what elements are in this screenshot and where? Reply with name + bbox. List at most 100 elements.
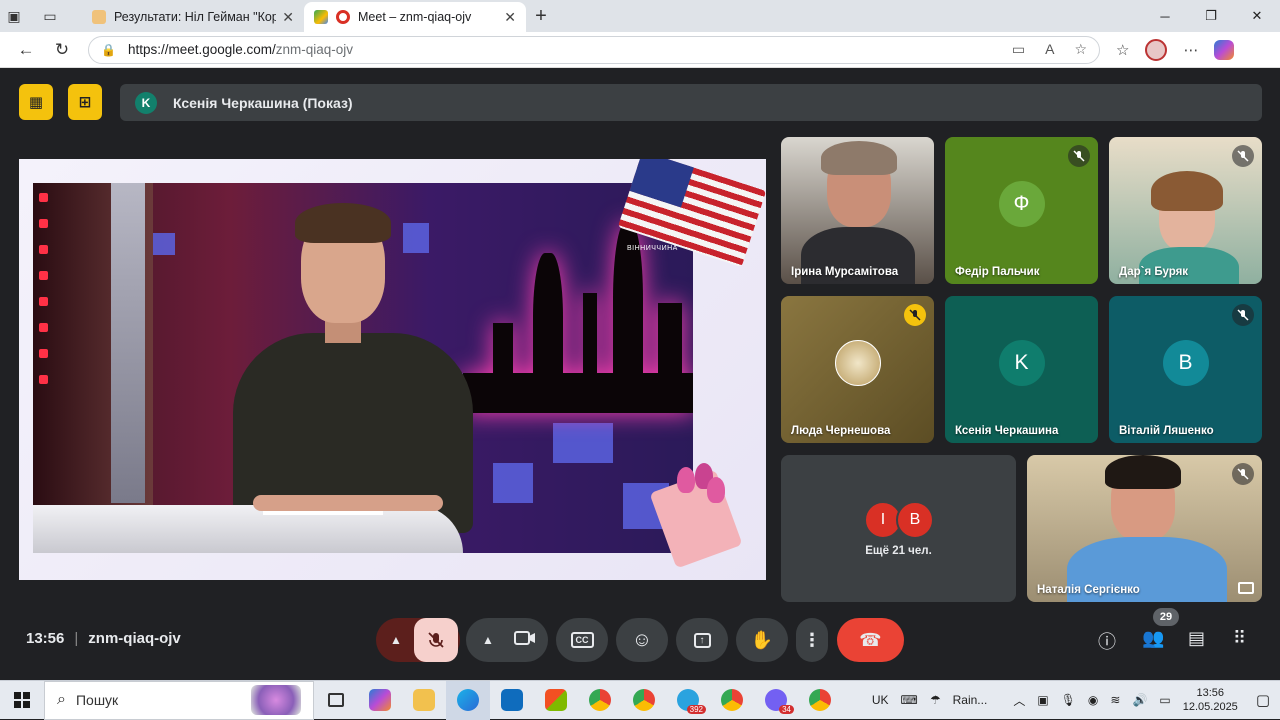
notifications-icon[interactable]: ▢ — [1256, 691, 1270, 709]
participant-avatar: B — [1162, 339, 1209, 386]
mic-tray-icon[interactable]: 🎙 — [1061, 693, 1076, 707]
chrome-profile2-app-icon[interactable] — [710, 681, 754, 720]
copilot-icon[interactable] — [1214, 39, 1235, 60]
chrome-profile-app-icon[interactable] — [622, 681, 666, 720]
favorites-icon[interactable]: ☆ — [1116, 41, 1129, 59]
lock-icon[interactable]: 🔒 — [101, 43, 116, 57]
participant-name: Віталій Ляшенко — [1119, 425, 1214, 437]
mic-options-chevron-icon[interactable]: ▲ — [390, 633, 402, 647]
close-tab-icon[interactable]: ✕ — [282, 9, 294, 26]
start-button[interactable] — [0, 681, 44, 720]
participant-avatar: Ф — [998, 180, 1045, 227]
participant-name: Ксенія Черкашина — [955, 425, 1059, 437]
volume-icon[interactable]: 🔊 — [1132, 693, 1147, 707]
keyboard-icon[interactable]: ⌨ — [901, 693, 918, 707]
presenter-avatar: K — [135, 91, 157, 114]
windows-logo-icon — [14, 692, 30, 708]
emoji-icon: ☺ — [631, 628, 653, 651]
telegram-app-icon[interactable]: 392 — [666, 681, 710, 720]
camera-tray-icon[interactable]: ▣ — [1037, 693, 1048, 707]
meeting-details-icon[interactable]: ⓘ — [1098, 628, 1116, 654]
location-icon[interactable]: ◉ — [1088, 693, 1098, 707]
reload-button[interactable]: ↻ — [44, 34, 80, 66]
tab-title: Результати: Ніл Гейман "Кораліна" — [114, 10, 277, 24]
close-window-icon[interactable]: ✕ — [1234, 0, 1280, 32]
camera-options-chevron-icon[interactable]: ▲ — [482, 633, 494, 647]
participant-tile[interactable]: Ф Федір Пальчик — [945, 137, 1098, 284]
clock-date[interactable]: 13:56 12.05.2025 — [1183, 686, 1238, 714]
telegram-badge: 392 — [686, 704, 706, 714]
address-bar[interactable]: 🔒 https://meet.google.com/ znm-qiaq-ojv … — [88, 35, 1100, 64]
input-language[interactable]: UK — [872, 693, 889, 707]
weather-icon[interactable]: ☂ — [930, 693, 941, 707]
maximize-icon[interactable]: ❐ — [1188, 0, 1234, 32]
new-tab-button[interactable]: + — [526, 1, 556, 31]
participant-tile[interactable]: Наталія Сергієнко — [1027, 455, 1262, 602]
captions-button[interactable]: CC — [556, 618, 608, 662]
tab-meet[interactable]: Meet – znm-qiaq-ojv ✕ — [304, 2, 526, 32]
camera-button[interactable] — [514, 630, 536, 651]
microphone-off-button[interactable] — [414, 618, 458, 662]
url-host: https://meet.google.com/ — [127, 42, 276, 57]
chat-icon[interactable]: ▤ — [1188, 628, 1205, 649]
edge-app-icon[interactable] — [446, 680, 490, 720]
tray-date: 12.05.2025 — [1182, 701, 1238, 713]
read-aloud-icon[interactable]: A — [1045, 41, 1054, 58]
participant-tile[interactable]: Люда Чернешова — [781, 296, 934, 443]
extension-avatar-icon[interactable] — [1145, 38, 1168, 61]
more-menu-icon[interactable]: ⋯ — [1183, 41, 1198, 59]
file-explorer-icon[interactable] — [402, 681, 446, 720]
present-screen-button[interactable]: ↑ — [676, 618, 728, 662]
more-participants-tile[interactable]: І B Ещё 21 чел. — [781, 455, 1016, 602]
workspaces-icon[interactable]: ▣ — [0, 2, 28, 30]
participant-name: Люда Чернешова — [791, 425, 891, 437]
pin-presentation-button[interactable]: ⊞ — [68, 84, 102, 120]
participant-tile[interactable]: Ірина Мурсамітова — [781, 137, 934, 284]
copilot-app-icon[interactable] — [358, 681, 402, 720]
forms-favicon-icon — [92, 10, 106, 24]
chrome-app-icon[interactable] — [578, 681, 622, 720]
participant-avatar: B — [896, 501, 934, 539]
outlook-app-icon[interactable] — [490, 681, 534, 720]
activities-icon[interactable]: ⠿ — [1233, 628, 1246, 649]
back-button[interactable]: ← — [8, 34, 44, 66]
minimize-icon[interactable]: ─ — [1142, 0, 1188, 32]
hangup-icon: ☎ — [859, 629, 882, 650]
search-placeholder: Пошук — [75, 692, 119, 708]
tray-time: 13:56 — [1196, 687, 1225, 699]
picture-in-picture-icon[interactable] — [1238, 582, 1254, 594]
close-tab-icon[interactable]: ✕ — [504, 9, 516, 26]
participant-name: Дар`я Буряк — [1119, 266, 1189, 278]
camera-in-use-icon[interactable]: ▭ — [1012, 41, 1025, 58]
participant-tile[interactable]: K Ксенія Черкашина — [945, 296, 1098, 443]
battery-icon[interactable]: ▭ — [1159, 693, 1170, 707]
browser-tab-strip: ▣ ▭ Результати: Ніл Гейман "Кораліна" ✕ … — [0, 0, 1280, 32]
url-path: znm-qiaq-ojv — [275, 42, 354, 57]
layout-toggle-button[interactable]: ▦ — [19, 84, 53, 120]
tray-overflow-chevron-icon[interactable]: ︿ — [1013, 692, 1025, 709]
favorite-star-icon[interactable]: ☆ — [1074, 41, 1087, 58]
wifi-icon[interactable]: ≋ — [1110, 693, 1120, 707]
window-controls: ─ ❐ ✕ — [1142, 0, 1280, 32]
taskbar-search[interactable]: ⌕ Пошук — [44, 680, 314, 720]
viber-app-icon[interactable]: 34 — [754, 681, 798, 720]
weather-label[interactable]: Rain... — [953, 693, 988, 707]
people-icon[interactable]: 👥 — [1142, 628, 1164, 649]
recording-icon — [336, 10, 350, 24]
mic-off-icon — [1232, 463, 1254, 485]
store-app-icon[interactable] — [534, 681, 578, 720]
participant-name: Наталія Сергієнко — [1037, 584, 1140, 596]
more-options-button[interactable]: ⋮ — [796, 618, 828, 662]
participant-tile[interactable]: B Віталій Ляшенко — [1109, 296, 1262, 443]
leave-call-button[interactable]: ☎ — [837, 618, 904, 662]
raise-hand-button[interactable]: ✋ — [736, 618, 788, 662]
present-icon: ↑ — [693, 632, 711, 648]
mic-off-icon — [1232, 304, 1254, 326]
chrome-profile3-app-icon[interactable] — [798, 681, 842, 720]
task-view-button[interactable] — [314, 681, 358, 720]
reactions-button[interactable]: ☺ — [616, 618, 668, 662]
participant-avatar-image — [834, 339, 881, 386]
tab-results[interactable]: Результати: Ніл Гейман "Кораліна" ✕ — [82, 2, 304, 32]
tab-actions-icon[interactable]: ▭ — [36, 2, 64, 30]
participant-tile[interactable]: Дар`я Буряк — [1109, 137, 1262, 284]
